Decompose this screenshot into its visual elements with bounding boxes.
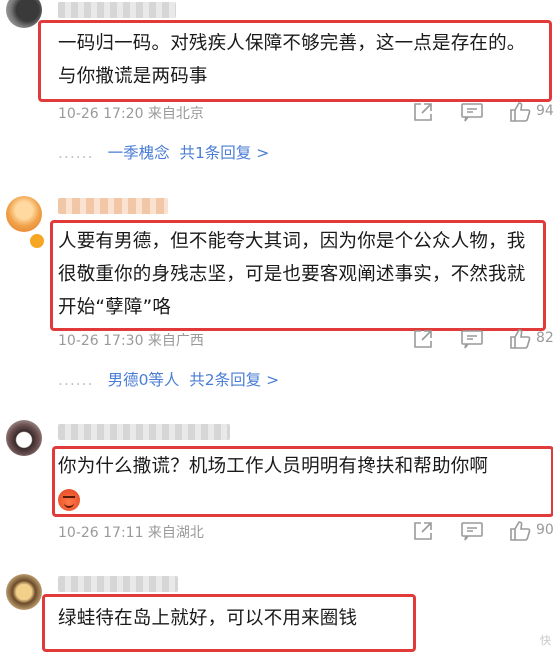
- watermark: 快: [540, 634, 551, 647]
- reply-author[interactable]: 一季槐念: [108, 144, 170, 162]
- comment-4: 绿蛙待在岛上就好，可以不用来圈钱: [0, 566, 553, 652]
- like-count: 94: [536, 103, 553, 119]
- comment-meta: 10-26 17:20 来自北京: [58, 106, 204, 122]
- replies-link[interactable]: ...... 男德0等人 共2条回复 >: [58, 368, 279, 390]
- avatar[interactable]: [6, 196, 42, 232]
- like-icon[interactable]: [508, 101, 532, 123]
- username-blurred[interactable]: [58, 2, 176, 18]
- comment-icon[interactable]: [460, 328, 484, 350]
- ellipsis: ......: [58, 144, 94, 162]
- share-icon[interactable]: [412, 101, 434, 123]
- like-count: 82: [536, 330, 553, 346]
- comment-3: 你为什么撒谎？机场工作人员明明有搀扶和帮助你啊 10-26 17:11 来自湖北…: [0, 412, 553, 562]
- share-icon[interactable]: [412, 520, 434, 542]
- action-bar: 90: [412, 520, 553, 542]
- like-icon[interactable]: [508, 328, 532, 350]
- comment-icon[interactable]: [460, 101, 484, 123]
- comment-text-content: 你为什么撒谎？机场工作人员明明有搀扶和帮助你啊: [58, 456, 489, 477]
- username-blurred[interactable]: [58, 576, 178, 592]
- username-blurred[interactable]: [58, 198, 168, 214]
- verified-badge-icon: [28, 232, 46, 250]
- comment-text: 你为什么撒谎？机场工作人员明明有搀扶和帮助你啊: [58, 450, 543, 516]
- comment-2: 人要有男德，但不能夸大其词，因为你是个公众人物，我很敬重你的身残志坚，可是也要客…: [0, 188, 553, 398]
- action-bar: 82: [412, 328, 553, 350]
- like-count: 90: [536, 522, 553, 538]
- comment-text: 一码归一码。对残疾人保障不够完善，这一点是存在的。与你撒谎是两码事: [58, 33, 526, 87]
- reply-author[interactable]: 男德0等人: [108, 371, 180, 389]
- comment-meta: 10-26 17:30 来自广西: [58, 333, 204, 349]
- share-icon[interactable]: [412, 328, 434, 350]
- reply-count[interactable]: 共2条回复 >: [189, 371, 279, 389]
- comment-1: 一码归一码。对残疾人保障不够完善，这一点是存在的。与你撒谎是两码事 10-26 …: [0, 0, 553, 170]
- angry-emoji-icon: [58, 489, 80, 511]
- action-bar: 94: [412, 101, 553, 123]
- avatar[interactable]: [6, 420, 42, 456]
- avatar[interactable]: [6, 0, 42, 28]
- avatar[interactable]: [6, 574, 42, 610]
- comment-text: 人要有男德，但不能夸大其词，因为你是个公众人物，我很敬重你的身残志坚，可是也要客…: [58, 231, 526, 318]
- ellipsis: ......: [58, 371, 94, 389]
- replies-link[interactable]: ...... 一季槐念 共1条回复 >: [58, 141, 269, 163]
- comment-text: 绿蛙待在岛上就好，可以不用来圈钱: [58, 608, 358, 629]
- username-blurred[interactable]: [58, 424, 230, 440]
- comment-meta: 10-26 17:11 来自湖北: [58, 525, 204, 541]
- comment-icon[interactable]: [460, 520, 484, 542]
- reply-count[interactable]: 共1条回复 >: [179, 144, 269, 162]
- like-icon[interactable]: [508, 520, 532, 542]
